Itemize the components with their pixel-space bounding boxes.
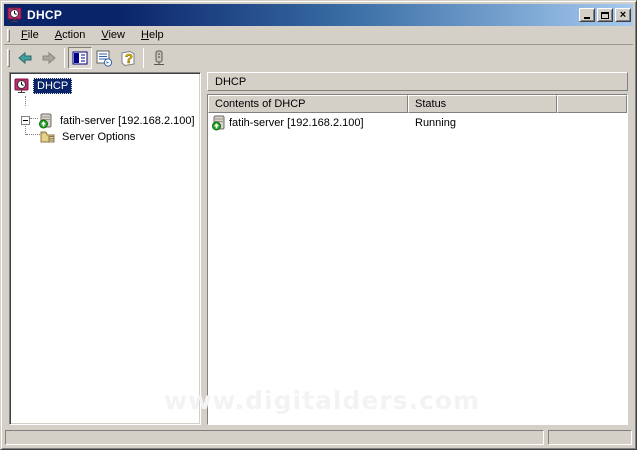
status-panel-secondary	[548, 430, 632, 445]
status-bar	[4, 427, 633, 446]
folder-icon	[40, 129, 56, 145]
results-banner: DHCP	[207, 72, 628, 91]
menu-gripper[interactable]	[7, 29, 10, 42]
collapse-expander-icon[interactable]	[21, 116, 30, 125]
dhcp-console-icon	[7, 7, 23, 23]
maximize-icon	[601, 12, 609, 19]
minimize-icon	[584, 17, 590, 19]
show-hide-console-tree-button[interactable]	[68, 47, 92, 69]
export-list-icon	[96, 50, 113, 67]
menu-action[interactable]: Action	[47, 27, 94, 44]
list-item-server[interactable]: fatih-server [192.168.2.100] Running	[208, 113, 627, 131]
minimize-button[interactable]	[579, 8, 595, 22]
column-header-empty[interactable]	[557, 95, 627, 113]
column-header-contents[interactable]: Contents of DHCP	[208, 95, 408, 113]
console-main-area: DHCP fatih-server [192.168.2.100]	[4, 71, 633, 427]
menu-bar: File Action View Help	[4, 26, 633, 45]
menu-file[interactable]: File	[13, 27, 47, 44]
list-item-status: Running	[408, 117, 557, 129]
back-arrow-icon	[17, 50, 33, 66]
toolbar-gripper[interactable]	[7, 49, 10, 67]
tree-node-label[interactable]: fatih-server [192.168.2.100]	[57, 114, 198, 128]
menu-help[interactable]: Help	[133, 27, 172, 44]
toolbar-separator	[64, 48, 65, 68]
export-list-button[interactable]	[92, 47, 116, 69]
results-listview: Contents of DHCP Status	[207, 94, 628, 425]
results-banner-label: DHCP	[215, 76, 246, 88]
title-bar[interactable]: DHCP ×	[4, 4, 633, 26]
menu-view[interactable]: View	[93, 27, 133, 44]
dhcp-console-window: DHCP × File Action View Help	[0, 0, 637, 450]
list-item-name: fatih-server [192.168.2.100]	[229, 117, 364, 129]
tree-node-server[interactable]: fatih-server [192.168.2.100]	[21, 112, 198, 129]
show-hide-console-tree-icon	[72, 50, 88, 66]
dhcp-server-running-icon	[38, 113, 54, 129]
svg-text:?: ?	[125, 51, 133, 66]
console-tree-pane: DHCP fatih-server [192.168.2.100]	[9, 72, 201, 425]
toolbar-separator	[143, 48, 144, 68]
help-icon: ?	[120, 50, 137, 67]
tree-node-label[interactable]: Server Options	[59, 130, 138, 144]
close-button[interactable]: ×	[615, 8, 631, 22]
forward-arrow-icon	[41, 50, 57, 66]
server-icon	[151, 50, 167, 67]
window-title: DHCP	[27, 8, 577, 22]
forward-button[interactable]	[37, 47, 61, 69]
dhcp-server-running-icon	[211, 115, 227, 131]
tree-node-server-options[interactable]: Server Options	[40, 128, 138, 145]
tree-node-label[interactable]: DHCP	[33, 78, 72, 94]
results-pane: DHCP Contents of DHCP Status	[207, 72, 628, 425]
tree-connector	[26, 134, 40, 135]
listview-header: Contents of DHCP Status	[208, 95, 627, 113]
close-icon: ×	[620, 10, 626, 20]
toolbar: ?	[4, 45, 633, 71]
tree-node-dhcp-root[interactable]: DHCP	[14, 77, 72, 94]
listview-body: fatih-server [192.168.2.100] Running	[208, 113, 627, 424]
server-button[interactable]	[147, 47, 171, 69]
help-button[interactable]: ?	[116, 47, 140, 69]
column-header-status[interactable]: Status	[408, 95, 557, 113]
tree-connector	[25, 96, 26, 106]
status-panel-main	[5, 430, 544, 445]
maximize-button[interactable]	[597, 8, 613, 22]
console-tree: DHCP fatih-server [192.168.2.100]	[12, 76, 198, 421]
dhcp-console-icon	[14, 78, 30, 94]
back-button[interactable]	[13, 47, 37, 69]
